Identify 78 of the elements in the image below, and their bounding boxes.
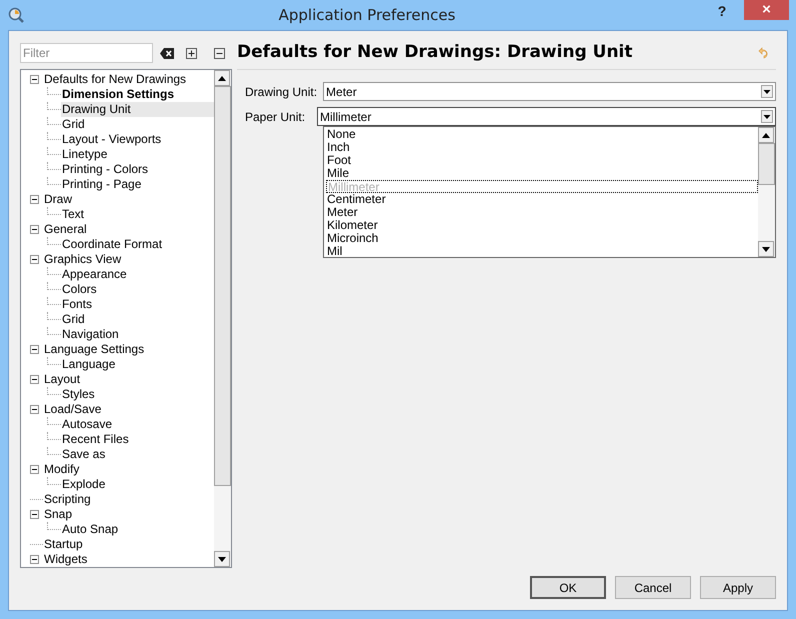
- dropdown-option[interactable]: Mile: [326, 167, 758, 180]
- dropdown-option[interactable]: Inch: [326, 141, 758, 154]
- tree-item[interactable]: Widgets: [43, 552, 88, 567]
- tree-item[interactable]: Fonts: [61, 297, 94, 312]
- tree-item[interactable]: Auto Snap: [61, 522, 120, 537]
- tree-item[interactable]: Printing - Colors: [61, 162, 150, 177]
- dropdown-option[interactable]: Mil: [326, 245, 758, 258]
- scroll-up-button[interactable]: [214, 70, 230, 86]
- window-title: Application Preferences: [278, 6, 456, 24]
- tree-item[interactable]: Explode: [61, 477, 106, 492]
- tree-item[interactable]: Linetype: [61, 147, 108, 162]
- dropdown-option[interactable]: Microinch: [326, 232, 758, 245]
- down-triangle-icon: [218, 556, 226, 562]
- tree-item[interactable]: Language Settings: [43, 342, 146, 357]
- scroll-up-button[interactable]: [758, 127, 774, 143]
- tree-item[interactable]: Recent Files: [61, 432, 130, 447]
- collapse-icon[interactable]: [30, 195, 39, 204]
- tree-item[interactable]: Modify: [43, 462, 80, 477]
- collapse-icon[interactable]: [30, 255, 39, 264]
- tree-item[interactable]: Scripting: [43, 492, 92, 507]
- tree-item[interactable]: Printing - Page: [61, 177, 142, 192]
- tree-item[interactable]: Language: [61, 357, 116, 372]
- tree-item[interactable]: Draw: [43, 192, 74, 207]
- dropdown-option[interactable]: Meter: [326, 206, 758, 219]
- field-label: Drawing Unit:: [245, 84, 318, 100]
- page-title: Defaults for New Drawings: Drawing Unit: [237, 41, 634, 64]
- collapse-icon[interactable]: [30, 225, 39, 234]
- collapse-icon[interactable]: [30, 405, 39, 414]
- tree-item[interactable]: Appearance: [61, 267, 128, 282]
- collapse-icon[interactable]: [30, 465, 39, 474]
- tree-item[interactable]: Layout: [43, 372, 82, 387]
- tree-item[interactable]: Layout - Viewports: [61, 132, 162, 147]
- tree-item[interactable]: Load/Save: [43, 402, 102, 417]
- scroll-down-button[interactable]: [214, 551, 230, 567]
- tree-item[interactable]: General: [43, 222, 88, 237]
- field-label: Paper Unit:: [245, 108, 306, 126]
- up-triangle-icon: [762, 132, 770, 138]
- tree-item[interactable]: Graphics View: [43, 252, 122, 267]
- dialog-button[interactable]: OK: [530, 576, 606, 599]
- tree-item[interactable]: Startup: [43, 537, 84, 552]
- dialog-button[interactable]: Cancel: [615, 576, 691, 599]
- unit-dropdown[interactable]: Meter: [323, 82, 776, 101]
- help-button[interactable]: ?: [710, 1, 734, 21]
- clear-icon[interactable]: [160, 48, 174, 58]
- scrollbar-thumb[interactable]: [214, 86, 231, 486]
- collapse-icon[interactable]: [30, 75, 39, 84]
- dialog-button[interactable]: Apply: [700, 576, 776, 599]
- tree-item[interactable]: Save as: [61, 447, 106, 462]
- collapse-icon[interactable]: [30, 510, 39, 519]
- filter-field[interactable]: Filter: [20, 43, 153, 63]
- tree-item[interactable]: Styles: [61, 387, 96, 402]
- tree-item[interactable]: Grid: [61, 117, 86, 132]
- tree-item[interactable]: Drawing Unit: [61, 102, 214, 117]
- collapse-icon[interactable]: [30, 555, 39, 564]
- tree-item[interactable]: Coordinate Format: [61, 237, 164, 252]
- tree-item[interactable]: Text: [61, 207, 86, 222]
- tree-item[interactable]: Autosave: [61, 417, 114, 432]
- expand-all-icon[interactable]: [186, 48, 197, 58]
- scrollbar-thumb[interactable]: [758, 143, 775, 185]
- up-triangle-icon: [218, 76, 226, 80]
- tree-item[interactable]: Defaults for New Drawings: [43, 72, 188, 87]
- tree-item[interactable]: Dimension Settings: [61, 87, 176, 102]
- dropdown-option[interactable]: Kilometer: [326, 219, 758, 232]
- down-triangle-icon: [762, 246, 770, 252]
- tree-item[interactable]: Grid: [61, 312, 86, 327]
- dropdown-option[interactable]: None: [326, 128, 758, 141]
- dropdown-option[interactable]: Centimeter: [326, 193, 758, 206]
- tree-item[interactable]: Snap: [43, 507, 74, 522]
- magnifier-app-icon: [8, 7, 24, 23]
- collapse-icon[interactable]: [30, 375, 39, 384]
- collapse-all-icon[interactable]: [214, 48, 225, 58]
- scroll-down-button[interactable]: [758, 241, 774, 257]
- collapse-icon[interactable]: [30, 345, 39, 354]
- tree-item[interactable]: Colors: [61, 282, 98, 297]
- dropdown-option[interactable]: Foot: [326, 154, 758, 167]
- tree-item[interactable]: Navigation: [61, 327, 120, 342]
- close-button[interactable]: ×: [744, 0, 789, 20]
- unit-dropdown[interactable]: Millimeter: [317, 107, 776, 126]
